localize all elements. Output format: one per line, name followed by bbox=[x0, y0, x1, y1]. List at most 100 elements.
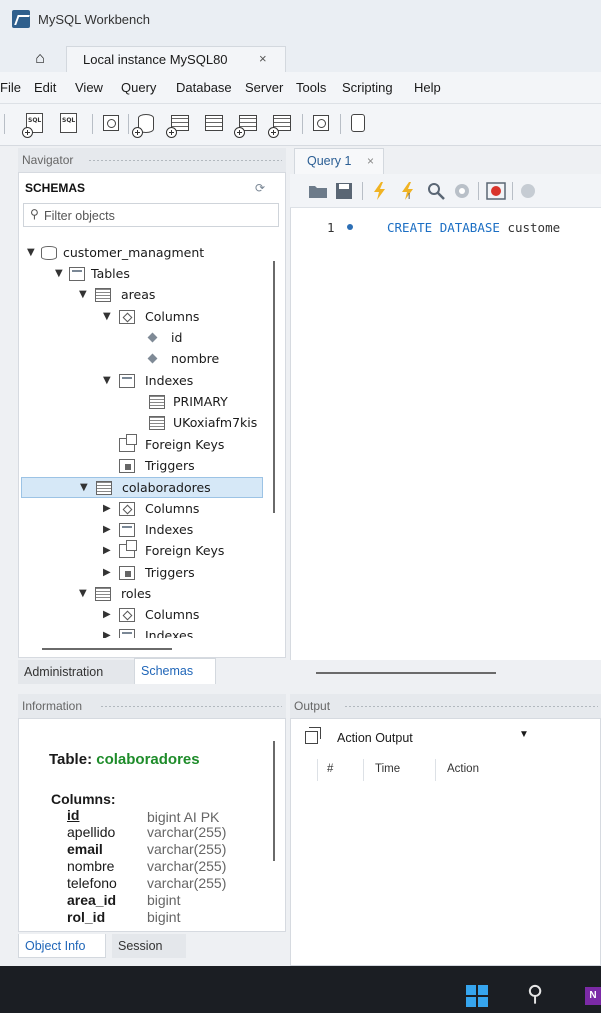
create-schema-icon[interactable] bbox=[132, 112, 158, 138]
output-col-action: Action bbox=[447, 763, 479, 775]
home-icon[interactable]: ⌂ bbox=[22, 48, 58, 72]
column-node[interactable]: nombre bbox=[19, 349, 279, 370]
navigator-horizontal-scrollbar[interactable] bbox=[42, 648, 172, 650]
windows-start-icon[interactable] bbox=[466, 985, 488, 1007]
search-table-data-icon[interactable] bbox=[310, 112, 334, 136]
folder-icon bbox=[69, 267, 85, 281]
indexes-node[interactable]: ▶ Indexes bbox=[19, 520, 279, 541]
index-name: PRIMARY bbox=[173, 394, 228, 409]
index-node[interactable]: UKoxiafm7kis bbox=[19, 413, 279, 434]
inspector-icon[interactable] bbox=[100, 112, 124, 136]
column-node[interactable]: id bbox=[19, 328, 279, 349]
triggers-node[interactable]: ▶ Triggers bbox=[19, 563, 279, 584]
info-column-type: varchar(255) bbox=[147, 841, 227, 857]
editor-horizontal-scrollbar[interactable] bbox=[316, 672, 496, 674]
expand-arrow-icon[interactable]: ▼ bbox=[103, 311, 111, 322]
onenote-icon[interactable]: N bbox=[585, 987, 601, 1005]
open-folder-icon[interactable] bbox=[308, 182, 328, 200]
expand-arrow-icon[interactable]: ▼ bbox=[103, 375, 111, 386]
menu-view[interactable]: View bbox=[75, 80, 103, 95]
collapse-arrow-icon[interactable]: ▶ bbox=[103, 545, 111, 556]
indexes-icon bbox=[119, 523, 135, 537]
chevron-down-icon[interactable]: ▼ bbox=[519, 729, 529, 740]
query-tab[interactable]: Query 1 × bbox=[294, 148, 384, 174]
toggle-error-icon[interactable] bbox=[486, 182, 506, 200]
indexes-icon bbox=[119, 374, 135, 388]
tables-node[interactable]: ▼ Tables bbox=[19, 264, 279, 285]
open-sql-script-icon[interactable]: SQL bbox=[58, 112, 82, 136]
columns-label: Columns bbox=[145, 607, 200, 622]
collapse-arrow-icon[interactable]: ▶ bbox=[103, 609, 111, 620]
columns-node[interactable]: ▶ Columns bbox=[19, 499, 279, 520]
columns-node[interactable]: ▶ Columns bbox=[19, 605, 279, 626]
menu-file[interactable]: File bbox=[0, 80, 21, 95]
header-grip bbox=[88, 159, 282, 162]
sql-identifier: custome bbox=[507, 220, 561, 235]
menu-tools[interactable]: Tools bbox=[296, 80, 326, 95]
columns-icon bbox=[119, 310, 135, 324]
information-vertical-scrollbar[interactable] bbox=[273, 741, 275, 861]
close-icon[interactable]: × bbox=[259, 51, 267, 66]
table-node-colaboradores[interactable]: ▼ colaboradores bbox=[21, 477, 263, 498]
expand-arrow-icon[interactable]: ▼ bbox=[79, 588, 87, 599]
copy-icon[interactable] bbox=[305, 727, 321, 744]
tab-schemas[interactable]: Schemas bbox=[134, 658, 216, 684]
new-sql-tab-icon[interactable]: SQL bbox=[22, 112, 48, 138]
create-table-icon[interactable] bbox=[166, 112, 192, 138]
info-table-title: Table: colaboradores bbox=[49, 751, 200, 768]
expand-arrow-icon[interactable]: ▼ bbox=[80, 482, 88, 493]
table-node-areas[interactable]: ▼ areas bbox=[19, 285, 279, 306]
index-node[interactable]: PRIMARY bbox=[19, 392, 279, 413]
information-title: Information bbox=[22, 699, 83, 713]
menu-scripting[interactable]: Scripting bbox=[342, 80, 393, 95]
sql-editor[interactable]: 1 CREATE DATABASE custome bbox=[290, 208, 601, 660]
stop-icon[interactable] bbox=[452, 182, 472, 200]
close-icon[interactable]: × bbox=[367, 154, 374, 168]
collapse-arrow-icon[interactable]: ▶ bbox=[103, 630, 111, 638]
foreign-keys-node[interactable]: ▶ Foreign Keys bbox=[19, 540, 279, 562]
indexes-node[interactable]: ▼ Indexes bbox=[19, 371, 279, 392]
create-procedure-icon[interactable] bbox=[234, 112, 260, 138]
refresh-icon[interactable]: ⟳ bbox=[255, 181, 265, 195]
table-name: colaboradores bbox=[122, 480, 211, 495]
triggers-node[interactable]: Triggers bbox=[19, 456, 279, 477]
mysql-workbench-logo-icon bbox=[12, 10, 30, 28]
tab-administration[interactable]: Administration bbox=[18, 660, 134, 684]
commit-icon[interactable] bbox=[518, 182, 538, 200]
expand-arrow-icon[interactable]: ▼ bbox=[27, 247, 35, 258]
expand-arrow-icon[interactable]: ▼ bbox=[55, 268, 63, 279]
schema-node[interactable]: ▼ customer_managment bbox=[19, 243, 279, 264]
create-function-icon[interactable] bbox=[268, 112, 294, 138]
tab-object-info[interactable]: Object Info bbox=[18, 934, 106, 958]
execute-icon[interactable] bbox=[370, 182, 390, 200]
column-diamond-icon bbox=[147, 353, 158, 364]
collapse-arrow-icon[interactable]: ▶ bbox=[103, 524, 111, 535]
info-column-type: varchar(255) bbox=[147, 858, 227, 874]
triggers-icon bbox=[119, 566, 135, 580]
filter-objects-input[interactable] bbox=[44, 207, 274, 224]
columns-node[interactable]: ▼ Columns bbox=[19, 307, 279, 328]
info-columns-label: Columns: bbox=[51, 791, 116, 807]
connection-tab[interactable]: Local instance MySQL80 × bbox=[66, 46, 286, 72]
collapse-arrow-icon[interactable]: ▶ bbox=[103, 567, 111, 578]
reconnect-icon[interactable] bbox=[346, 112, 370, 136]
menu-help[interactable]: Help bbox=[414, 80, 441, 95]
sql-code-line[interactable]: CREATE DATABASE custome bbox=[387, 220, 560, 235]
tab-session[interactable]: Session bbox=[112, 934, 186, 958]
menu-edit[interactable]: Edit bbox=[34, 80, 56, 95]
expand-arrow-icon[interactable]: ▼ bbox=[79, 289, 87, 300]
menu-server[interactable]: Server bbox=[245, 80, 283, 95]
explain-icon[interactable] bbox=[426, 182, 446, 200]
foreign-keys-node[interactable]: Foreign Keys bbox=[19, 434, 279, 456]
indexes-node[interactable]: ▶ Indexes bbox=[19, 626, 279, 638]
menu-database[interactable]: Database bbox=[176, 80, 232, 95]
create-view-icon[interactable] bbox=[202, 112, 226, 136]
collapse-arrow-icon[interactable]: ▶ bbox=[103, 503, 111, 514]
menu-query[interactable]: Query bbox=[121, 80, 156, 95]
navigator-vertical-scrollbar[interactable] bbox=[273, 261, 275, 513]
execute-current-statement-icon[interactable]: I bbox=[398, 182, 418, 200]
save-icon[interactable] bbox=[334, 182, 354, 200]
taskbar-search-icon[interactable]: ⚲ bbox=[527, 982, 543, 1007]
table-node-roles[interactable]: ▼ roles bbox=[19, 584, 279, 605]
output-selector[interactable]: Action Output bbox=[337, 731, 413, 745]
